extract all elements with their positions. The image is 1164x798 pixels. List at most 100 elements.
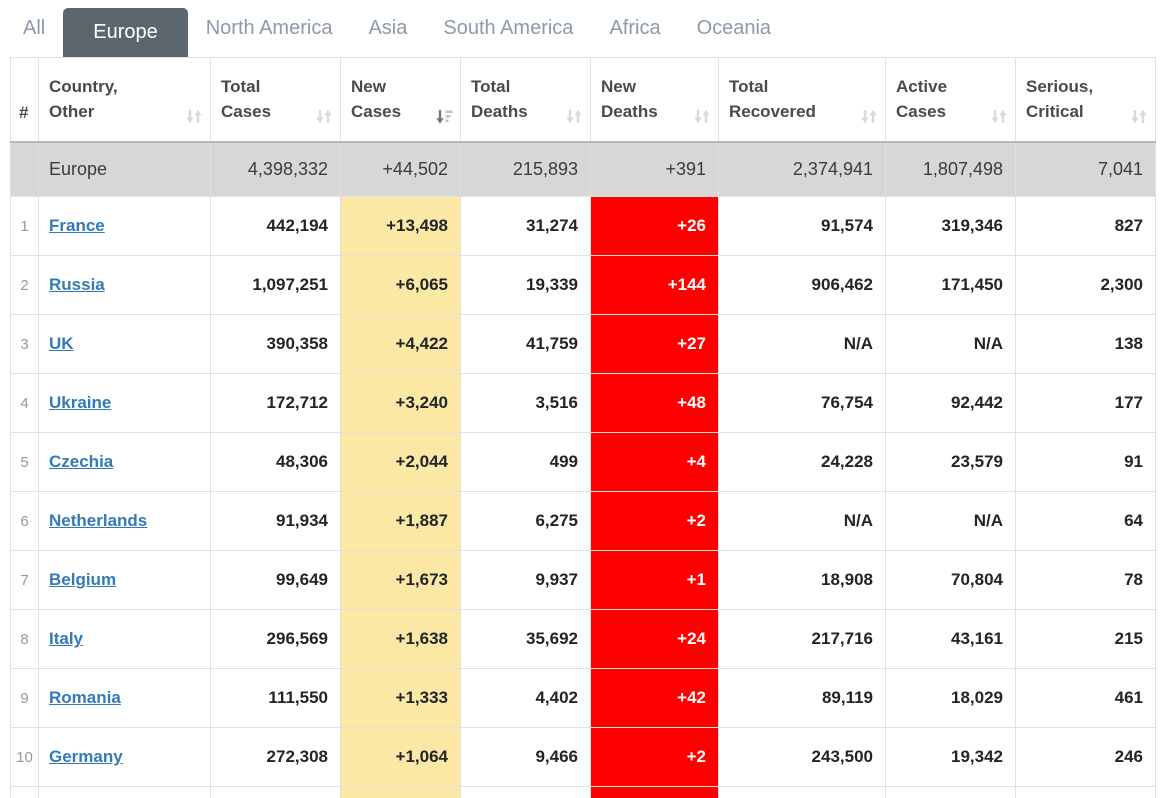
table-row: 8 Italy 296,569 +1,638 35,692 +24 217,71… (11, 610, 1156, 669)
country-link[interactable]: France (49, 216, 105, 235)
country-link[interactable]: Germany (49, 747, 123, 766)
country-link[interactable]: Netherlands (49, 511, 147, 530)
tab-oceania[interactable]: Oceania (679, 17, 790, 40)
cell-new-deaths: +27 (591, 315, 719, 374)
continent-tabs: AllEuropeNorth AmericaAsiaSouth AmericaA… (0, 0, 1164, 57)
column-header-new_cases[interactable]: NewCases (341, 58, 461, 142)
cell-rank: 4 (11, 374, 39, 433)
column-header-total_deaths[interactable]: TotalDeaths (461, 58, 591, 142)
column-header-total_cases[interactable]: TotalCases (211, 58, 341, 142)
cell-new-deaths: +2 (591, 728, 719, 787)
cell-rank: 8 (11, 610, 39, 669)
cell-total-cases: 48,306 (211, 433, 341, 492)
column-header-country[interactable]: Country,Other (39, 58, 211, 142)
cell-country: Russia (39, 256, 211, 315)
cell-serious-critical: 246 (1016, 728, 1156, 787)
country-link[interactable]: Russia (49, 275, 105, 294)
table-row: 4 Ukraine 172,712 +3,240 3,516 +48 76,75… (11, 374, 1156, 433)
column-header-new_deaths[interactable]: NewDeaths (591, 58, 719, 142)
cell-total-cases: 272,308 (211, 728, 341, 787)
header-label: Critical (1026, 99, 1147, 124)
cell-total-deaths: 4,402 (461, 669, 591, 728)
column-header-rank[interactable]: # (11, 58, 39, 142)
tab-north-america[interactable]: North America (188, 17, 351, 40)
cell-new-deaths: +26 (591, 197, 719, 256)
country-link[interactable]: Italy (49, 629, 83, 648)
cell-rank (11, 142, 39, 197)
tab-asia[interactable]: Asia (350, 17, 425, 40)
cell-rank: 2 (11, 256, 39, 315)
cell-total-deaths: 41,759 (461, 315, 591, 374)
column-header-active_cases[interactable]: ActiveCases (886, 58, 1016, 142)
cell-total-cases: 390,358 (211, 315, 341, 374)
cell-serious-critical: 215 (1016, 610, 1156, 669)
table-row: 1 France 442,194 +13,498 31,274 +26 91,5… (11, 197, 1156, 256)
sort-both-icon (860, 108, 878, 125)
table-row: 10 Germany 272,308 +1,064 9,466 +2 243,5… (11, 728, 1156, 787)
country-link[interactable]: UK (49, 334, 74, 353)
header-label: Recovered (729, 99, 877, 124)
cell-active-cases: 18,029 (886, 669, 1016, 728)
cell-country: Ukraine (39, 374, 211, 433)
continent-total-row: Europe 4,398,332 +44,502 215,893 +391 2,… (11, 142, 1156, 197)
cell-total-deaths: 9,466 (461, 728, 591, 787)
column-header-serious_critical[interactable]: Serious,Critical (1016, 58, 1156, 142)
cell-rank: 9 (11, 669, 39, 728)
cell-new-cases: +13,498 (341, 197, 461, 256)
header-label: Country, (49, 74, 202, 99)
cell-total-cases (211, 787, 341, 798)
cell-total-cases: 442,194 (211, 197, 341, 256)
tab-all[interactable]: All (5, 17, 63, 40)
cell-total-deaths (461, 787, 591, 798)
cell-total-recovered: 24,228 (719, 433, 886, 492)
cell-new-cases: +4,422 (341, 315, 461, 374)
cell-country: Czechia (39, 433, 211, 492)
cell-active-cases: 70,804 (886, 551, 1016, 610)
cell-new-deaths: +144 (591, 256, 719, 315)
sort-both-icon (1130, 108, 1148, 125)
cell-active-cases: 19,342 (886, 728, 1016, 787)
cell-new-deaths (591, 787, 719, 798)
cell-total-cases: 91,934 (211, 492, 341, 551)
table-header-row: # Country,Other TotalCases NewCases Total… (11, 58, 1156, 142)
cell-new-deaths: +4 (591, 433, 719, 492)
cell-serious-critical: 91 (1016, 433, 1156, 492)
sort-both-icon (315, 108, 333, 125)
tab-africa[interactable]: Africa (591, 17, 678, 40)
header-label: # (19, 100, 32, 125)
cell-rank (11, 787, 39, 798)
cell-new-deaths: +42 (591, 669, 719, 728)
cell-serious-critical: 461 (1016, 669, 1156, 728)
cell-serious-critical: 138 (1016, 315, 1156, 374)
cell-total-deaths: 35,692 (461, 610, 591, 669)
header-label: Active (896, 74, 1007, 99)
country-link[interactable]: Belgium (49, 570, 116, 589)
cell-country: Europe (39, 142, 211, 197)
cell-country: Romania (39, 669, 211, 728)
cell-rank: 6 (11, 492, 39, 551)
table-row: 9 Romania 111,550 +1,333 4,402 +42 89,11… (11, 669, 1156, 728)
country-link[interactable]: Romania (49, 688, 121, 707)
cell-total-recovered: N/A (719, 315, 886, 374)
cell-new-cases: +2,044 (341, 433, 461, 492)
column-header-total_recovered[interactable]: TotalRecovered (719, 58, 886, 142)
cell-total-cases: 111,550 (211, 669, 341, 728)
sort-both-icon (185, 108, 203, 125)
cell-total-cases: 296,569 (211, 610, 341, 669)
cell-active-cases: N/A (886, 492, 1016, 551)
tab-europe[interactable]: Europe (63, 8, 188, 57)
tab-south-america[interactable]: South America (425, 17, 591, 40)
cell-total-cases: 4,398,332 (211, 142, 341, 197)
cell-total-recovered: 89,119 (719, 669, 886, 728)
cell-total-recovered (719, 787, 886, 798)
country-link[interactable]: Czechia (49, 452, 113, 471)
sort-both-icon (565, 108, 583, 125)
cell-total-recovered: 76,754 (719, 374, 886, 433)
cell-active-cases (886, 787, 1016, 798)
cell-total-deaths: 9,937 (461, 551, 591, 610)
cell-total-deaths: 31,274 (461, 197, 591, 256)
cell-active-cases: 1,807,498 (886, 142, 1016, 197)
cell-new-cases: +3,240 (341, 374, 461, 433)
country-link[interactable]: Ukraine (49, 393, 111, 412)
cell-serious-critical: 827 (1016, 197, 1156, 256)
